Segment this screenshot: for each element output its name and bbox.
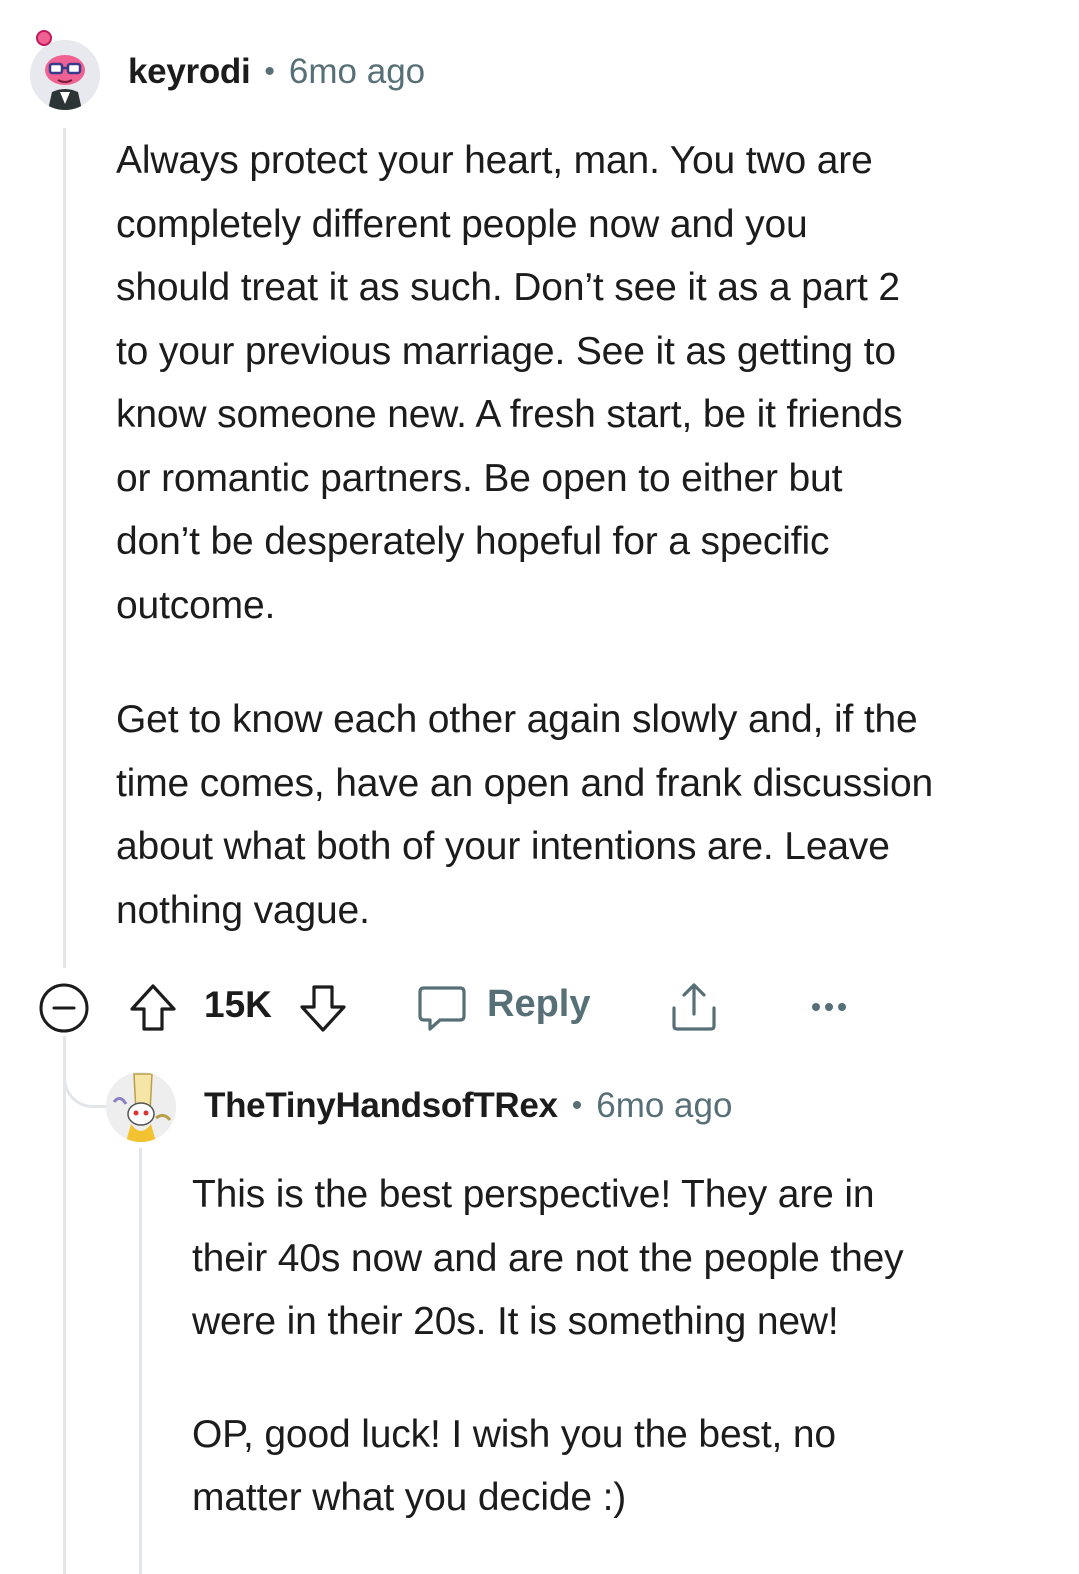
text-line: outcome. <box>116 583 276 627</box>
text-line: don’t be desperately hopeful for a speci… <box>116 520 830 563</box>
share-button[interactable] <box>668 980 720 1034</box>
text-line: completely different people now and you <box>116 202 808 246</box>
text-line: time comes, have an open and frank discu… <box>116 761 934 805</box>
thread-line-reply <box>139 1148 142 1574</box>
timestamp: 6mo ago <box>288 52 426 91</box>
comment-action-bar: 15K Reply <box>0 972 1079 1042</box>
meta-separator: • <box>571 1089 583 1122</box>
text-line: Get to know each other again slowly and,… <box>116 698 918 741</box>
text-line: their 40s now and are not the people the… <box>192 1236 904 1280</box>
comment-paragraph: Get to know each other again slowly and,… <box>116 688 1066 942</box>
thread-line-main-lower <box>63 1036 66 1574</box>
avatar-antenna <box>36 30 52 46</box>
reply-paragraph: This is the best perspective! They are i… <box>192 1163 1067 1354</box>
upvote-icon <box>130 984 176 1031</box>
reply-paragraph: OP, good luck! I wish you the best, no m… <box>192 1403 1067 1530</box>
collapse-button[interactable] <box>38 982 90 1034</box>
snoo-avatar-icon <box>30 40 100 110</box>
text-line: to your previous marriage. See it as get… <box>116 329 896 373</box>
reply-button[interactable]: Reply <box>416 980 596 1036</box>
comment-meta: keyrodi • 6mo ago <box>128 52 425 92</box>
text-line: Always protect your heart, man. You two … <box>116 139 873 182</box>
meta-separator: • <box>264 55 275 88</box>
comment-body: Always protect your heart, man. You two … <box>116 129 1066 942</box>
upvote-button[interactable] <box>128 982 178 1034</box>
downvote-button[interactable] <box>298 982 348 1034</box>
comment-paragraph: Always protect your heart, man. You two … <box>116 129 1066 637</box>
more-options-icon <box>812 1003 846 1011</box>
text-line: or romantic partners. Be open to either … <box>116 456 843 500</box>
reply-body: This is the best perspective! They are i… <box>192 1163 1067 1530</box>
text-line: about what both of your intentions are. … <box>116 825 890 868</box>
vote-count: 15K <box>204 984 272 1025</box>
share-icon <box>672 983 716 1031</box>
thread-line-main <box>63 128 66 968</box>
reply-avatar[interactable] <box>106 1072 176 1142</box>
snoo-avatar-icon <box>106 1072 176 1142</box>
more-options-button[interactable] <box>808 992 850 1022</box>
text-line: matter what you decide :) <box>192 1476 627 1519</box>
downvote-icon <box>300 985 346 1032</box>
text-line: were in their 20s. It is something new! <box>192 1300 839 1343</box>
text-line: This is the best perspective! They are i… <box>192 1173 875 1216</box>
avatar[interactable] <box>30 40 100 110</box>
thread-branch-curve <box>63 1036 107 1108</box>
username[interactable]: TheTinyHandsofTRex <box>204 1086 558 1126</box>
text-line: OP, good luck! I wish you the best, no <box>192 1412 836 1456</box>
text-line: know someone new. A fresh start, be it f… <box>116 393 903 436</box>
collapse-icon <box>39 983 89 1033</box>
text-line: nothing vague. <box>116 888 370 932</box>
comment-bubble-icon <box>418 986 466 1031</box>
username[interactable]: keyrodi <box>128 52 251 92</box>
text-line: should treat it as such. Don’t see it as… <box>116 266 900 309</box>
timestamp: 6mo ago <box>596 1086 733 1125</box>
reply-label: Reply <box>487 983 591 1025</box>
reply-meta: TheTinyHandsofTRex • 6mo ago <box>204 1086 732 1126</box>
